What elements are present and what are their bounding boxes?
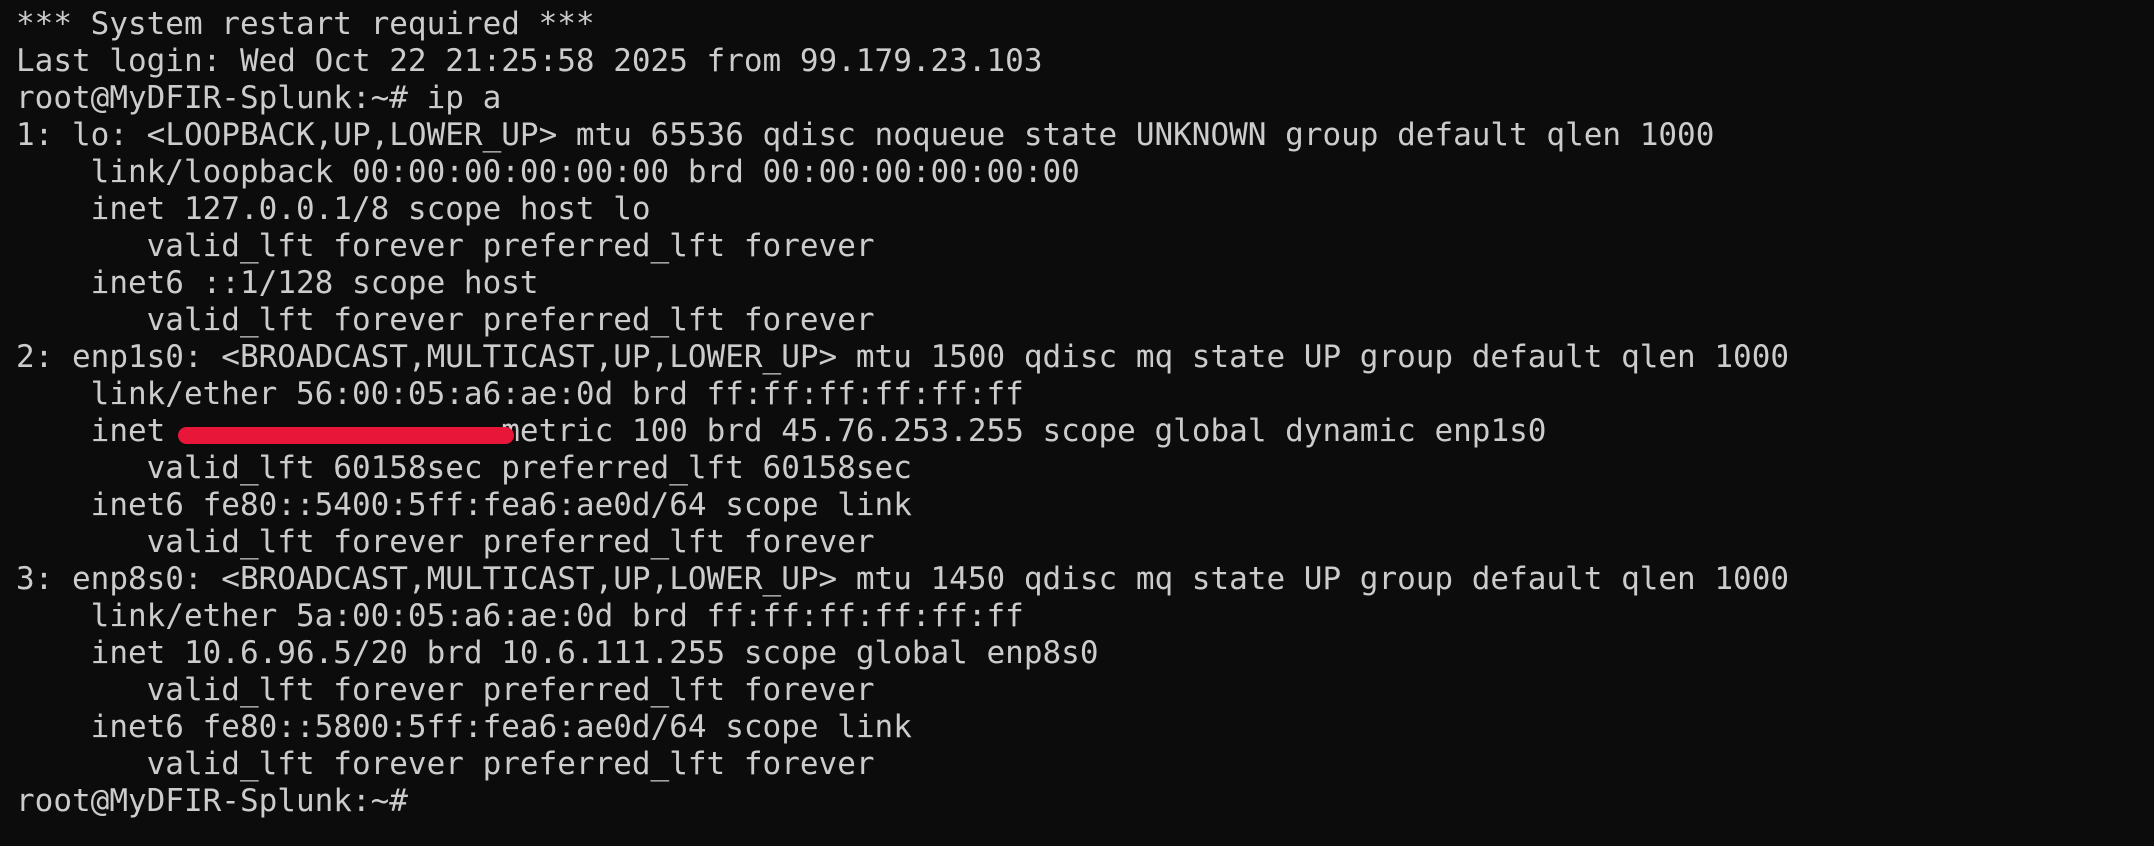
output-line: valid_lft forever preferred_lft forever <box>16 746 875 782</box>
output-line: inet6 ::1/128 scope host <box>16 265 539 301</box>
output-line: valid_lft forever preferred_lft forever <box>16 524 875 560</box>
prompt-line-command: root@MyDFIR-Splunk:~# ip a <box>16 80 502 116</box>
redacted-line-suffix: metric 100 brd 45.76.253.255 scope globa… <box>482 413 1547 449</box>
output-line: link/ether 56:00:05:a6:ae:0d brd ff:ff:f… <box>16 376 1024 412</box>
output-line: link/ether 5a:00:05:a6:ae:0d brd ff:ff:f… <box>16 598 1024 634</box>
output-line-last-login: Last login: Wed Oct 22 21:25:58 2025 fro… <box>16 43 1043 79</box>
redaction-scribble <box>178 427 514 444</box>
output-line: inet 127.0.0.1/8 scope host lo <box>16 191 651 227</box>
output-line: valid_lft 60158sec preferred_lft 60158se… <box>16 450 912 486</box>
output-line: inet6 fe80::5400:5ff:fea6:ae0d/64 scope … <box>16 487 912 523</box>
output-line: inet 10.6.96.5/20 brd 10.6.111.255 scope… <box>16 635 1099 671</box>
output-line-restart-notice: *** System restart required *** <box>16 6 595 42</box>
output-line: inet6 fe80::5800:5ff:fea6:ae0d/64 scope … <box>16 709 912 745</box>
output-line: 3: enp8s0: <BROADCAST,MULTICAST,UP,LOWER… <box>16 561 1790 597</box>
output-line: link/loopback 00:00:00:00:00:00 brd 00:0… <box>16 154 1080 190</box>
prompt-line-current[interactable]: root@MyDFIR-Splunk:~# <box>16 783 2154 820</box>
terminal-window[interactable]: *** System restart required *** Last log… <box>0 0 2154 846</box>
output-line: valid_lft forever preferred_lft forever <box>16 302 875 338</box>
output-line: 1: lo: <LOOPBACK,UP,LOWER_UP> mtu 65536 … <box>16 117 1715 153</box>
redacted-line-prefix: inet <box>16 413 184 449</box>
output-line: valid_lft forever preferred_lft forever <box>16 228 875 264</box>
output-line-redacted-inet: inet metric 100 brd 45.76.253.255 scope … <box>16 413 2154 450</box>
output-line: valid_lft forever preferred_lft forever <box>16 672 875 708</box>
output-line: 2: enp1s0: <BROADCAST,MULTICAST,UP,LOWER… <box>16 339 1790 375</box>
